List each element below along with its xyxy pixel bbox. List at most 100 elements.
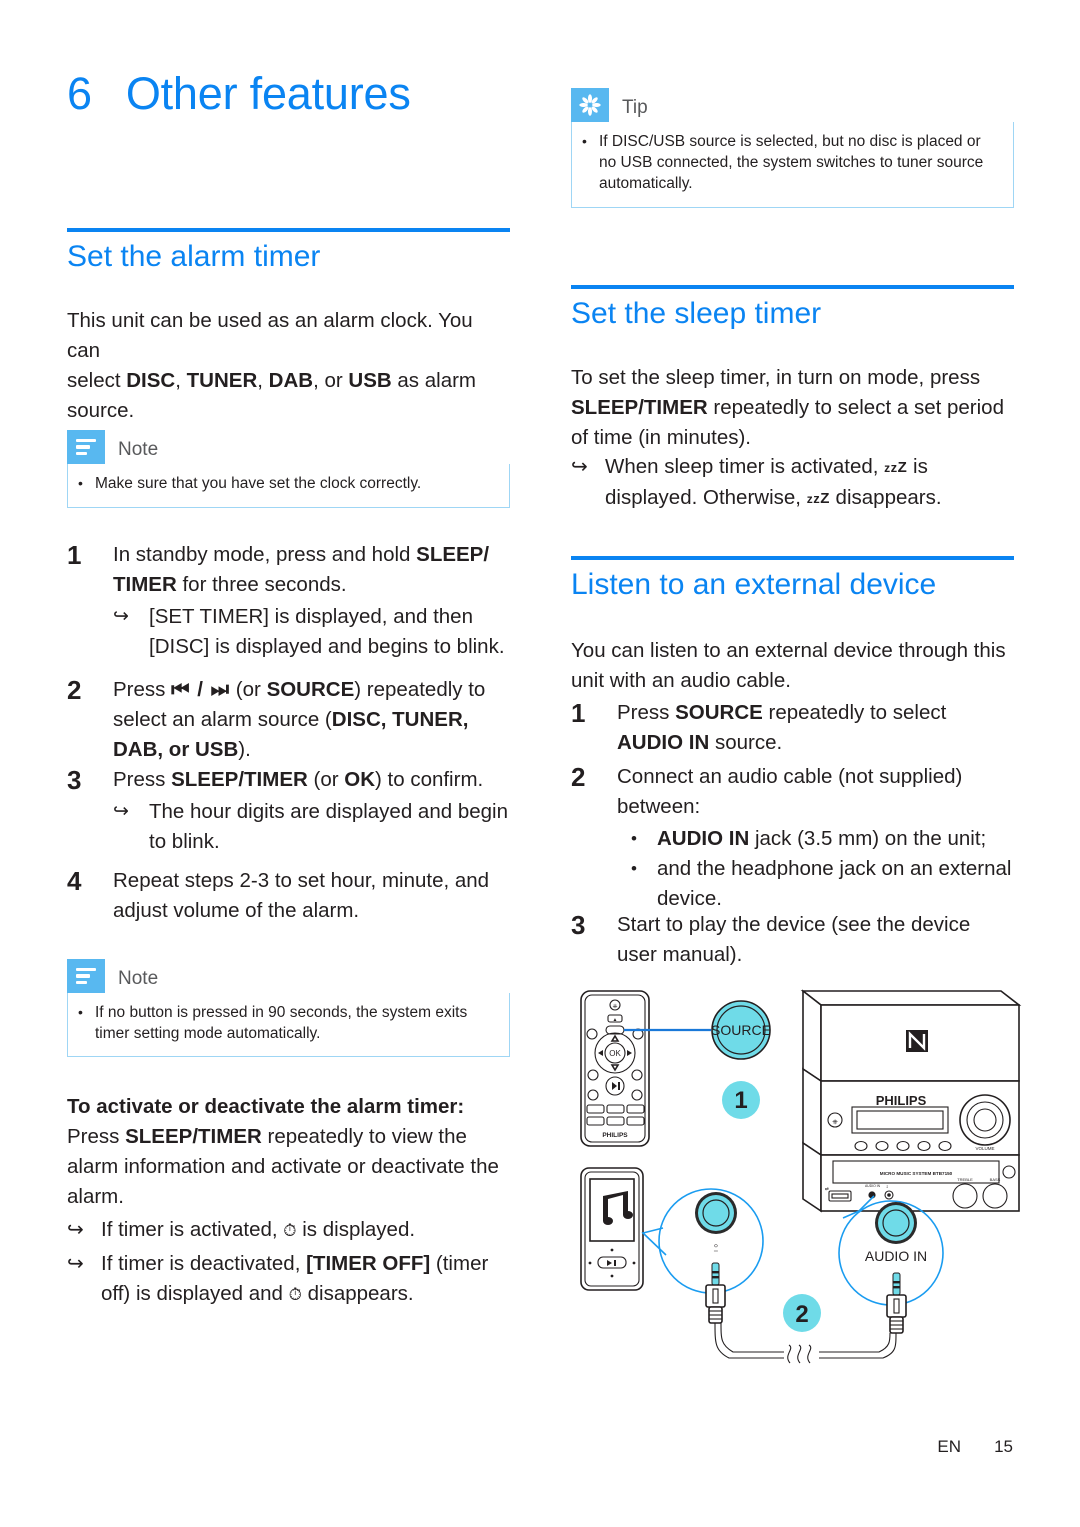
note-callout-2-label: Note (118, 968, 159, 989)
svg-text:⇄: ⇄ (825, 1186, 829, 1191)
step-2-bold-source: SOURCE (266, 678, 355, 701)
step-2-mid: (or (230, 678, 267, 701)
sleep-timer-paragraph: To set the sleep timer, in turn on mode,… (571, 363, 1014, 453)
step-number: 1 (571, 698, 586, 728)
section-title-external: Listen to an external device (571, 568, 937, 601)
step-number-spacer (571, 824, 617, 914)
note-callout-1-text: Make sure that you have set the clock co… (95, 475, 422, 492)
step-number-spacer (67, 797, 113, 857)
activate-deactivate-block: To activate or deactivate the alarm time… (67, 1092, 510, 1310)
sleep-timer-arrow: ↪ When sleep timer is activated, zzZ is … (571, 452, 1014, 514)
external-step-1: 1 Press SOURCE repeatedly to select AUDI… (571, 698, 1014, 760)
arrow-icon: ↪ (113, 801, 129, 822)
footer-page-number: 15 (994, 1437, 1013, 1456)
ext-step-1-pre: Press (617, 701, 676, 724)
note-callout-2-item: • If no button is pressed in 90 seconds,… (78, 1002, 495, 1044)
activate-arrow-1: ↪ If timer is activated, ⏱ is displayed. (67, 1215, 510, 1246)
unit-bass-label: BASS (990, 1177, 1001, 1182)
arrow-icon: ↪ (67, 1219, 84, 1241)
arrow-2-pre: If timer is deactivated, (101, 1252, 307, 1275)
manual-page: 6 Other features Set the alarm timer This… (0, 0, 1080, 1527)
step-1-pre: In standby mode, press and hold (113, 543, 417, 566)
step-3-bold-sleep-timer: SLEEP/TIMER (171, 768, 308, 791)
ext-step-1-bold-source: SOURCE (675, 701, 763, 724)
chapter-number: 6 (67, 68, 92, 119)
note-callout-2-header: Note (67, 959, 510, 993)
zzz-icon: zzZ (806, 490, 830, 507)
alarm-step-2: 2 Press ⏮ / ⏭ (or SOURCE) repeatedly to … (67, 675, 510, 767)
note-callout-1-label: Note (118, 439, 159, 460)
note-callout-1-item: • Make sure that you have set the clock … (78, 473, 495, 494)
note-callout-1-header: Note (67, 430, 510, 464)
page-footer: EN 15 (0, 1437, 1013, 1457)
alarm-intro-paragraph: This unit can be used as an alarm clock.… (67, 306, 510, 426)
step-3-sub-text: The hour digits are displayed and begin … (149, 800, 508, 853)
step-4-text: Repeat steps 2-3 to set hour, minute, an… (113, 869, 490, 922)
footer-language: EN (937, 1437, 961, 1456)
activate-para-pre: Press (67, 1125, 126, 1148)
step-3-sub: ↪ The hour digits are displayed and begi… (113, 797, 510, 857)
page-title: 6 Other features (67, 68, 411, 120)
tip-callout: Tip • If DISC/USB source is selected, bu… (571, 88, 1014, 208)
arrow-2-post: disappears. (301, 1282, 414, 1305)
sep-b: , (257, 369, 269, 392)
step-number: 2 (67, 675, 82, 705)
external-step-2: 2 Connect an audio cable (not supplied) … (571, 762, 1014, 916)
alarm-intro-line3: source. (67, 399, 135, 422)
headphone-jack-callout: ⍛ (641, 1188, 764, 1324)
arrow-2-bold-timer-off: [TIMER OFF] (306, 1252, 431, 1275)
arrow-icon: ↪ (113, 606, 129, 627)
step-1-post: for three seconds. (176, 573, 347, 596)
svg-text:▲: ▲ (613, 1017, 618, 1023)
note-callout-1-box: • Make sure that you have set the clock … (67, 464, 510, 508)
list-item: • AUDIO IN jack (3.5 mm) on the unit; (617, 824, 1014, 854)
bullet-dot: • (631, 829, 637, 848)
alarm-step-1: 1 In standby mode, press and hold SLEEP/… (67, 540, 510, 664)
activate-heading: To activate or deactivate the alarm time… (67, 1095, 465, 1118)
sleep-para-pre: To set the sleep timer, in turn on mode,… (571, 366, 981, 389)
section-rule (67, 228, 510, 232)
step-2-end: ). (238, 738, 251, 761)
ext-bullet-1-text: AUDIO IN jack (3.5 mm) on the unit; (657, 824, 1014, 854)
unit-brand-label: PHILIPS (876, 1093, 927, 1108)
external-intro: You can listen to an external device thr… (571, 639, 1006, 692)
step-1-sub-wrap: ↪ [SET TIMER] is displayed, and then [DI… (113, 602, 510, 662)
note-callout-1: Note • Make sure that you have set the c… (67, 430, 510, 508)
section-external-heading: Listen to an external device (571, 556, 1014, 601)
zzz-icon: zzZ (884, 459, 908, 476)
step-number-spacer (67, 602, 113, 662)
source-usb: USB (348, 369, 392, 392)
step-text: In standby mode, press and hold SLEEP/ T… (113, 540, 510, 600)
source-tuner: TUNER (186, 369, 258, 392)
alarm-bell-icon: ⏱ (283, 1221, 297, 1240)
tip-callout-header: Tip (571, 88, 1014, 122)
source-disc: DISC (126, 369, 176, 392)
note-lines-icon (67, 430, 105, 464)
ext-step-1-bold-audio-in: AUDIO IN (617, 731, 710, 754)
step-3-post: ) to confirm. (375, 768, 484, 791)
remote-control: ⎈ ▲ OK PHILIPS (580, 990, 650, 1147)
audio-in-callout-label: AUDIO IN (865, 1248, 927, 1264)
alarm-intro-line2-pre: select (67, 369, 127, 392)
tip-callout-item: • If DISC/USB source is selected, but no… (582, 131, 999, 194)
unit-treble-label: TREBLE (957, 1177, 973, 1182)
ext-step-1-post: source. (709, 731, 783, 754)
ext-bullet-2-text: and the headphone jack on an external de… (657, 857, 1012, 910)
headphone-icon: ⍛ (712, 1236, 720, 1252)
source-callout-label: SOURCE (711, 1022, 771, 1038)
note-callout-2: Note • If no button is pressed in 90 sec… (67, 959, 510, 1057)
step-2-pre: Press (113, 678, 172, 701)
ext-bullet-1-bold-audio-in: AUDIO IN (657, 827, 750, 850)
alarm-step-4: 4 Repeat steps 2-3 to set hour, minute, … (67, 866, 510, 928)
section-sleep-heading: Set the sleep timer (571, 285, 1014, 330)
ext-step-3-text: Start to play the device (see the device… (617, 913, 971, 966)
unit-volume-label: VOLUME (975, 1146, 994, 1151)
arrow-icon: ↪ (571, 456, 588, 478)
bullet-dot: • (582, 133, 587, 149)
arrow-icon: ↪ (67, 1253, 84, 1275)
sleep-arrow-post: disappears. (829, 486, 942, 509)
audio-plug-right (886, 1272, 907, 1334)
sleep-bold-sleep-timer: SLEEP/TIMER (571, 396, 708, 419)
badge-one: 1 (722, 1081, 760, 1119)
step-3-bold-ok: OK (344, 768, 375, 791)
